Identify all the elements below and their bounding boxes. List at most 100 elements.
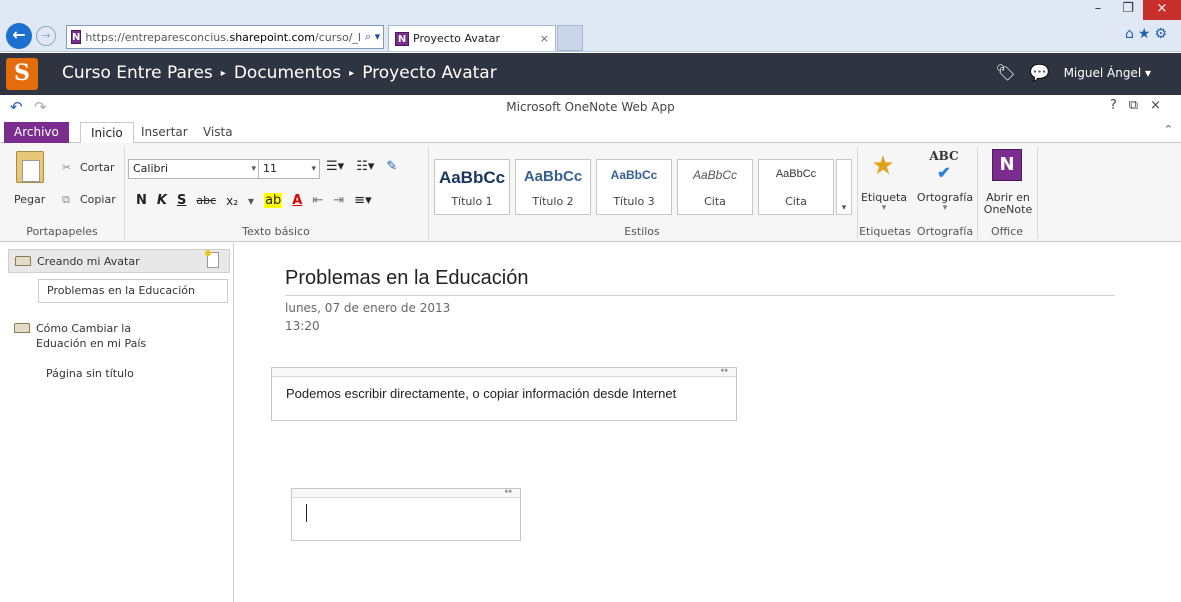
formatting-controls: N K S abc x₂ ▾ ab A ⇤ ⇥ ≡▾ [136,193,372,208]
browser-chrome: – ❐ × ← → N https://entreparesconcius. s… [0,0,1181,52]
increase-indent-icon[interactable]: ⇥ [333,193,344,208]
ribbon: Pegar ✂ Cortar ⧉ Copiar Portapapeles Cal… [0,143,1181,242]
spellcheck-icon[interactable]: ✎ [386,159,397,174]
new-page-icon[interactable] [205,250,219,268]
style-name: Cita [785,195,807,208]
spelling-icon-text: ABC [929,149,959,163]
collapse-ribbon-icon[interactable]: ⌃ [1164,123,1173,136]
empty-note-container[interactable]: ↔ [291,487,521,541]
align-icon[interactable]: ≡▾ [354,193,371,208]
search-lock-refresh-icons[interactable]: ⌕ ▾ 🔒 ↻ [365,30,383,44]
ribbon-tabs: Archivo Inicio Insertar Vista ⌃ [0,119,1181,144]
style-sample: AaBbCc [438,168,506,187]
office-group-label: Office [990,225,1024,238]
font-family-select[interactable]: Calibri ▾ [128,159,260,179]
section-icon [14,323,30,333]
note-text[interactable]: Podemos escribir directamente, o copiar … [286,386,676,401]
user-menu[interactable]: Miguel Ángel ▾ [1064,66,1151,80]
decrease-indent-icon[interactable]: ⇤ [312,193,323,208]
font-color-icon[interactable]: A [292,193,302,208]
font-size-select[interactable]: 11 ▾ [258,159,320,179]
chevron-down-icon[interactable]: ▾ [248,194,254,208]
checkmark-icon: ✔ [937,163,951,182]
app-title-row: ↶ ↷ Microsoft OneNote Web App ?⧉× [0,95,1181,119]
tab-title: Proyecto Avatar [413,32,501,45]
style-sample: AaBbCc [610,168,658,182]
window-controls: – ❐ × [1083,0,1181,22]
tab-inicio[interactable]: Inicio [80,122,134,144]
forward-button[interactable]: → [36,26,56,46]
chevron-down-icon: ▾ [311,164,316,174]
page-time: 13:20 [285,319,320,333]
styles-group-label: Estilos [624,225,660,238]
url-prefix: https://entreparesconcius. [85,30,230,44]
italic-button[interactable]: K [157,193,167,208]
close-window-button[interactable]: × [1143,0,1181,20]
note-container[interactable]: ↔ Podemos escribir directamente, o copia… [271,366,737,421]
paste-icon[interactable] [16,151,44,183]
page-canvas[interactable]: Problemas en la Educación lunes, 07 de e… [235,243,1181,602]
style-sample: AaBbCc [523,168,583,185]
note-container-handle-bar[interactable]: ↔ [292,487,520,498]
underline-button[interactable]: S [177,193,186,208]
home-favorites-settings-icons[interactable]: ⌂★⚙ [1125,26,1171,42]
onenote-icon[interactable]: N [992,149,1022,181]
notes-icon[interactable]: 💬 [1030,63,1050,82]
breadcrumb-item-proyecto[interactable]: Proyecto Avatar [362,63,497,83]
notebook-navigation: Creando mi Avatar Problemas en la Educac… [0,243,234,602]
restore-button[interactable]: ❐ [1113,0,1143,20]
cut-icon[interactable]: ✂ [62,161,71,174]
page-item-sin-titulo[interactable]: Página sin título [46,367,134,380]
sharepoint-logo[interactable]: S [6,58,38,90]
tab-insertar[interactable]: Insertar [131,122,198,143]
spelling-icon[interactable]: ABC ✔ [924,149,964,183]
open-in-onenote-line2[interactable]: OneNote [980,203,1036,216]
tab-close-icon[interactable]: × [540,32,549,45]
resize-handle-icon[interactable]: ↔ [720,366,728,376]
breadcrumb-item-curso[interactable]: Curso Entre Pares [62,63,213,83]
tab-vista[interactable]: Vista [193,122,243,143]
back-button[interactable]: ← [6,23,32,49]
minimize-button[interactable]: – [1083,0,1113,20]
tags-icon[interactable]: 🏷 [995,63,1015,82]
section-label-line1: Cómo Cambiar la [36,322,132,335]
copy-icon[interactable]: ⧉ [62,193,70,207]
numbering-icon[interactable]: ☷▾ [356,159,374,174]
style-name: Título 3 [613,195,655,208]
section-como-cambiar[interactable]: Cómo Cambiar la Eduación en mi País [8,321,230,351]
help-icon[interactable]: ? [1110,98,1129,113]
close-app-icon[interactable]: × [1150,98,1173,113]
address-bar[interactable]: N https://entreparesconcius. sharepoint.… [66,25,384,49]
style-heading1[interactable]: AaBbCc Título 1 [434,159,510,215]
breadcrumb-item-documentos[interactable]: Documentos [234,63,341,83]
strikethrough-button[interactable]: abc [196,194,216,207]
highlight-icon[interactable]: ab [264,193,283,208]
chevron-down-icon: ▾ [942,203,948,213]
style-quote-2[interactable]: AaBbCc Cita [758,159,834,215]
style-quote[interactable]: AaBbCc Cita [677,159,753,215]
bullets-icon[interactable]: ☰▾ [326,159,344,174]
font-size-value: 11 [263,162,277,175]
styles-more-button[interactable]: ▾ [836,159,852,215]
new-tab-button[interactable] [557,25,583,51]
style-heading3[interactable]: AaBbCc Título 3 [596,159,672,215]
sharepoint-bar: S Curso Entre Pares ▸ Documentos ▸ Proyecto … [0,53,1181,95]
browser-tab[interactable]: N Proyecto Avatar × [388,25,556,51]
section-creando-mi-avatar[interactable]: Creando mi Avatar [8,249,230,273]
popout-icon[interactable]: ⧉ [1129,98,1150,113]
bold-button[interactable]: N [136,193,147,208]
copy-button[interactable]: Copiar [80,193,116,206]
page-title[interactable]: Problemas en la Educación [285,267,528,290]
page-item-problemas[interactable]: Problemas en la Educación [38,279,228,303]
subscript-button[interactable]: x₂ [226,194,238,208]
page-date: lunes, 07 de enero de 2013 [285,301,451,315]
style-heading2[interactable]: AaBbCc Título 2 [515,159,591,215]
tab-archivo[interactable]: Archivo [4,122,69,143]
tag-star-icon[interactable]: ★ [866,149,900,183]
url-domain: sharepoint.com [229,30,316,44]
cut-button[interactable]: Cortar [80,161,115,174]
note-container-handle-bar[interactable]: ↔ [272,366,736,377]
spelling-group-label: Ortografía [916,225,974,238]
resize-handle-icon[interactable]: ↔ [504,487,512,497]
paste-button[interactable]: Pegar [14,193,45,206]
